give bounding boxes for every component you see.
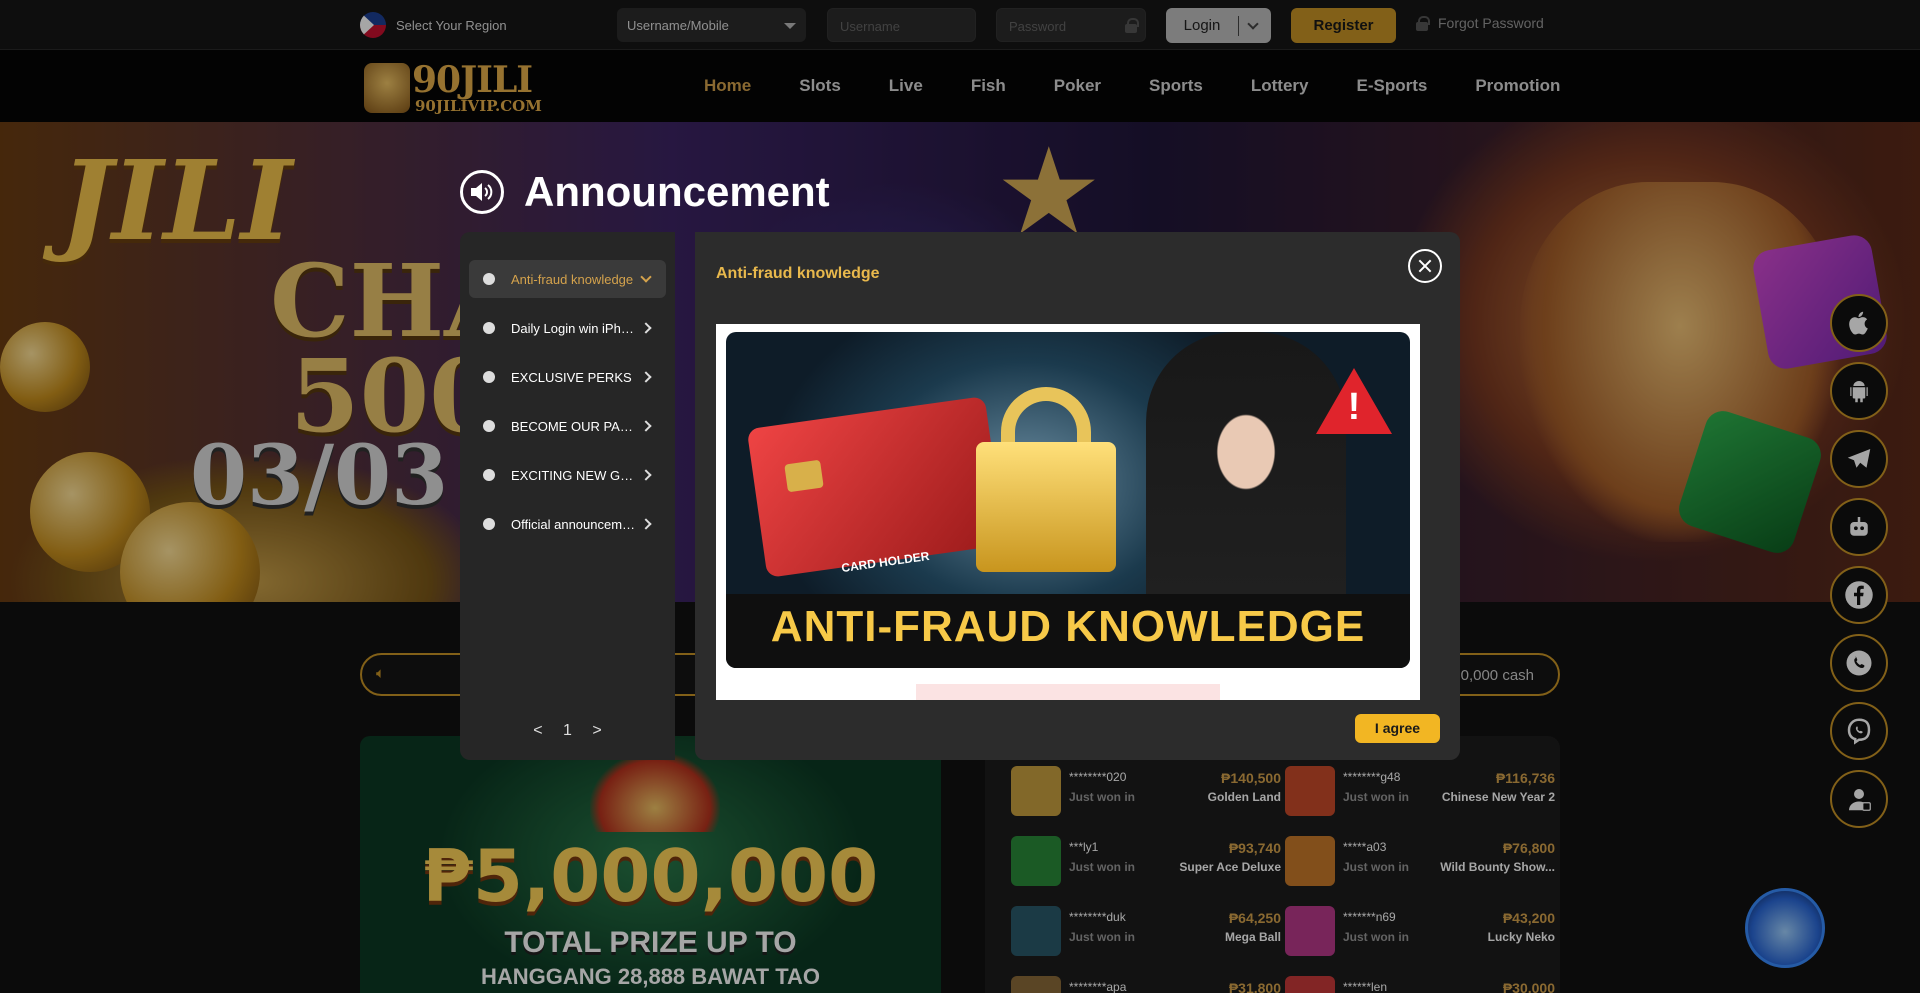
bullet-icon [483, 322, 495, 334]
announcement-detail-title: Anti-fraud knowledge [716, 265, 880, 282]
announcement-item-title: BECOME OUR PARTNER [511, 418, 636, 434]
padlock-image [976, 442, 1116, 572]
announcement-item-title: Official announcement [511, 516, 636, 532]
announcement-item-title: EXCITING NEW GAMES [511, 467, 636, 483]
next-page-button[interactable]: > [592, 722, 601, 739]
announcement-item-title: Anti-fraud knowledge [511, 271, 634, 287]
announcement-item[interactable]: EXCITING NEW GAMES [469, 456, 666, 494]
bullet-icon [483, 469, 495, 481]
prev-page-button[interactable]: < [533, 722, 542, 739]
poster-title: ANTI-FRAUD KNOWLEDGE [770, 602, 1366, 651]
current-page[interactable]: 1 [563, 722, 572, 739]
announcement-item[interactable]: EXCLUSIVE PERKS [469, 358, 666, 396]
bullet-icon [483, 273, 495, 285]
bullet-icon [483, 420, 495, 432]
close-icon[interactable] [1408, 249, 1442, 283]
announcement-item-title: Daily Login win iPhone [511, 320, 636, 336]
chevron-down-icon [640, 271, 652, 283]
announcement-item[interactable]: Official announcement [469, 505, 666, 543]
credit-card-image [746, 396, 1006, 578]
speaker-icon [460, 170, 504, 214]
card-chip-image [784, 459, 824, 493]
announcement-item-title: EXCLUSIVE PERKS [511, 369, 632, 385]
bullet-icon [483, 371, 495, 383]
announcement-detail: Anti-fraud knowledge CARD HOLDER ! ANTI-… [695, 232, 1460, 760]
anti-fraud-poster-image: CARD HOLDER ! ANTI-FRAUD KNOWLEDGE [726, 332, 1410, 668]
chevron-right-icon [640, 322, 652, 334]
announcement-title: Announcement [524, 168, 830, 215]
announcement-item[interactable]: Anti-fraud knowledge [469, 260, 666, 298]
announcement-list: Anti-fraud knowledge Daily Login win iPh… [460, 232, 675, 760]
announcement-content: CARD HOLDER ! ANTI-FRAUD KNOWLEDGE [716, 324, 1420, 700]
announcement-header: Announcement [460, 168, 830, 216]
pagination: < 1 > [460, 722, 675, 740]
announcement-item[interactable]: BECOME OUR PARTNER [469, 407, 666, 445]
announcement-item[interactable]: Daily Login win iPhone [469, 309, 666, 347]
bullet-icon [483, 518, 495, 530]
chevron-right-icon [640, 371, 652, 383]
agree-button[interactable]: I agree [1355, 714, 1440, 743]
chevron-right-icon [640, 469, 652, 481]
content-footer-strip [916, 684, 1220, 700]
chevron-right-icon [640, 420, 652, 432]
chevron-right-icon [640, 518, 652, 530]
exclamation-icon: ! [1347, 386, 1361, 428]
